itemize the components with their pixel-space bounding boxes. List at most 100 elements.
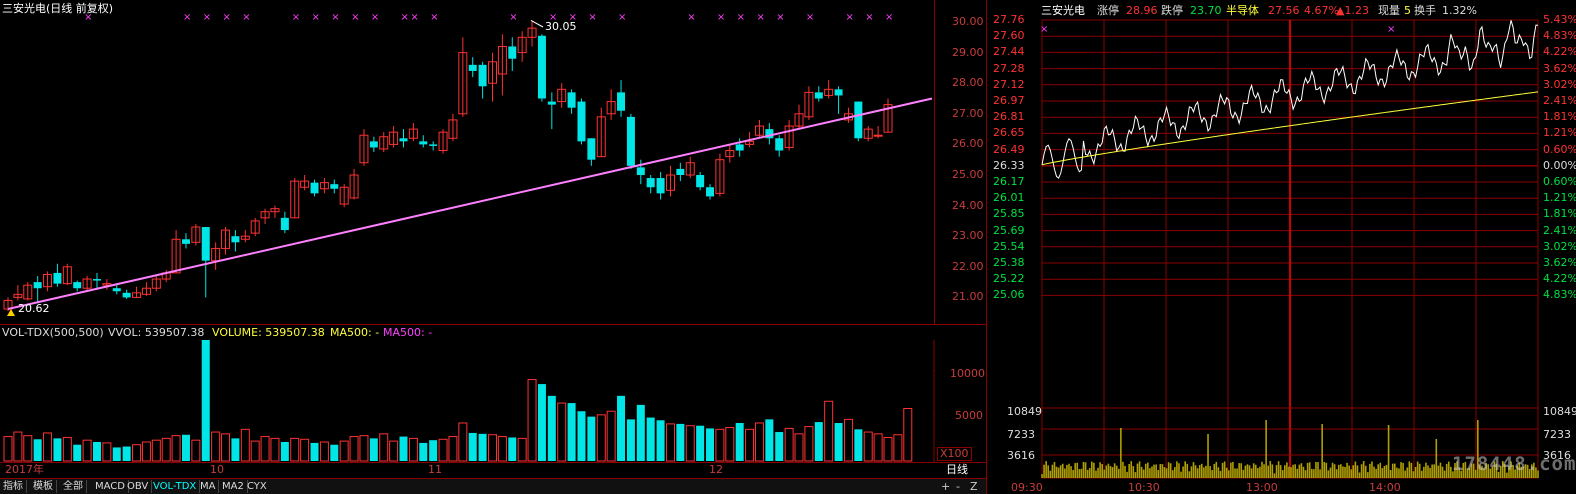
kline-chart[interactable]: × × × × × × × × × × × × × × × × × × × × × × × × × × ×30.0520.62	[0, 0, 935, 325]
volume-bar	[497, 436, 507, 462]
candle-body	[508, 46, 517, 59]
price-tick-label: 25.00	[952, 168, 984, 181]
candle-body	[646, 178, 655, 188]
high-label: 30.05	[545, 20, 577, 33]
candle-body	[587, 138, 596, 160]
intraday-pct-tick: 4.83%	[1543, 288, 1576, 302]
intraday-price-tick: 25.38	[993, 256, 1025, 269]
candle-body	[468, 64, 477, 71]
x-label-12: 12	[709, 463, 723, 476]
price-tick-label: 29.00	[952, 45, 984, 59]
marker-x: ×	[687, 12, 695, 23]
candle-body	[369, 141, 378, 148]
marker-x: ×	[223, 12, 231, 23]
marker-x: ×	[756, 12, 764, 23]
intraday-pct-tick: 4.22%	[1543, 45, 1576, 59]
marker-x: ×	[885, 12, 893, 23]
volume-bar	[122, 446, 131, 461]
volume-bar	[310, 442, 319, 461]
watermark: 178448.com	[1452, 453, 1576, 475]
marker-x: ×	[618, 12, 626, 23]
tab-模板[interactable]: 模板	[30, 480, 57, 493]
time-label-1300: 13:00	[1246, 481, 1278, 494]
volume-chart[interactable]	[0, 340, 935, 463]
candle-body	[873, 134, 883, 137]
x-label-11: 11	[428, 463, 442, 476]
volume-bar	[775, 432, 784, 461]
period-label[interactable]: 日线	[946, 464, 968, 476]
price-tick-label: 24.00	[952, 198, 984, 212]
x-label-2017: 2017年	[5, 463, 44, 476]
volume-bar	[478, 433, 487, 461]
candle-body	[636, 167, 645, 175]
tab-obv[interactable]: OBV	[124, 480, 153, 493]
z-button[interactable]: Z	[970, 480, 978, 493]
price-tick-label: 30.00	[952, 15, 984, 28]
intraday-vol-tick-right: 10849	[1543, 405, 1576, 418]
time-label-1400: 14:00	[1369, 481, 1401, 494]
intraday-price-tick: 27.44	[993, 45, 1025, 59]
marker-x: ×	[588, 12, 596, 23]
volume-bar	[458, 422, 468, 462]
tab-全部[interactable]: 全部	[60, 480, 87, 493]
intraday-price-tick: 27.60	[993, 29, 1025, 43]
volume-bar	[369, 438, 378, 461]
time-label-1030: 10:30	[1128, 481, 1160, 494]
tab-ma[interactable]: MA	[197, 480, 220, 493]
volume-bar	[745, 428, 755, 462]
intraday-price-tick: 26.17	[993, 175, 1025, 188]
volume-bar	[537, 384, 546, 461]
candle-body	[231, 236, 240, 243]
tab-指标[interactable]: 指标	[0, 480, 27, 493]
volume-bar	[725, 427, 735, 462]
intraday-chart[interactable]: × ×	[987, 0, 1576, 494]
volume-bar	[399, 436, 408, 461]
volume-bar	[784, 427, 794, 462]
candle-body	[735, 144, 744, 151]
intraday-price-tick: 25.69	[993, 223, 1025, 237]
intraday-marker: ×	[1040, 24, 1048, 35]
intraday-marker: ×	[1387, 24, 1395, 35]
zoom-out-button[interactable]: -	[956, 480, 960, 493]
volume-bar	[201, 340, 210, 461]
volume-bar	[92, 441, 101, 461]
intraday-pct-tick: 2.41%	[1543, 223, 1576, 237]
volume-bar	[508, 437, 517, 461]
candle-body	[617, 92, 626, 111]
marker-x: ×	[371, 12, 379, 23]
intraday-vol-tick: 7233	[1007, 428, 1035, 441]
volume-bar	[685, 425, 695, 462]
volume-bar	[221, 433, 231, 462]
tab-vol-tdx[interactable]: VOL-TDX	[150, 480, 201, 493]
candle-body	[854, 101, 863, 139]
volume-bar	[557, 402, 567, 462]
volume-bar	[270, 437, 280, 462]
volume-bar	[349, 436, 359, 462]
volume-bar	[280, 441, 289, 461]
intraday-vol-tick-right: 7233	[1543, 428, 1571, 441]
volume-bar	[547, 395, 556, 461]
candle-body	[656, 178, 665, 194]
zoom-in-button[interactable]: +	[941, 480, 950, 493]
volume-bar	[102, 442, 112, 462]
candle-body	[122, 292, 131, 298]
candle-body	[775, 138, 784, 151]
volume-bar	[132, 444, 142, 462]
intraday-pct-tick: 4.22%	[1543, 272, 1576, 286]
vol-unit: X100	[937, 447, 972, 461]
volume-bar	[587, 416, 596, 461]
intraday-pct-tick: 3.02%	[1543, 77, 1576, 91]
candle-body	[33, 282, 42, 289]
volume-bar	[339, 440, 349, 462]
candle-body	[201, 227, 210, 261]
volume-bar	[527, 379, 537, 462]
candle-body	[181, 239, 190, 244]
tab-cyx[interactable]: CYX	[244, 480, 270, 493]
volume-bar	[665, 423, 675, 462]
volume-bar	[696, 425, 705, 461]
volume-bar	[141, 441, 151, 462]
intraday-vol-tick: 10849	[1007, 405, 1042, 418]
marker-x: ×	[509, 12, 517, 23]
volume-bar	[903, 408, 913, 462]
volume-bar	[735, 422, 744, 461]
